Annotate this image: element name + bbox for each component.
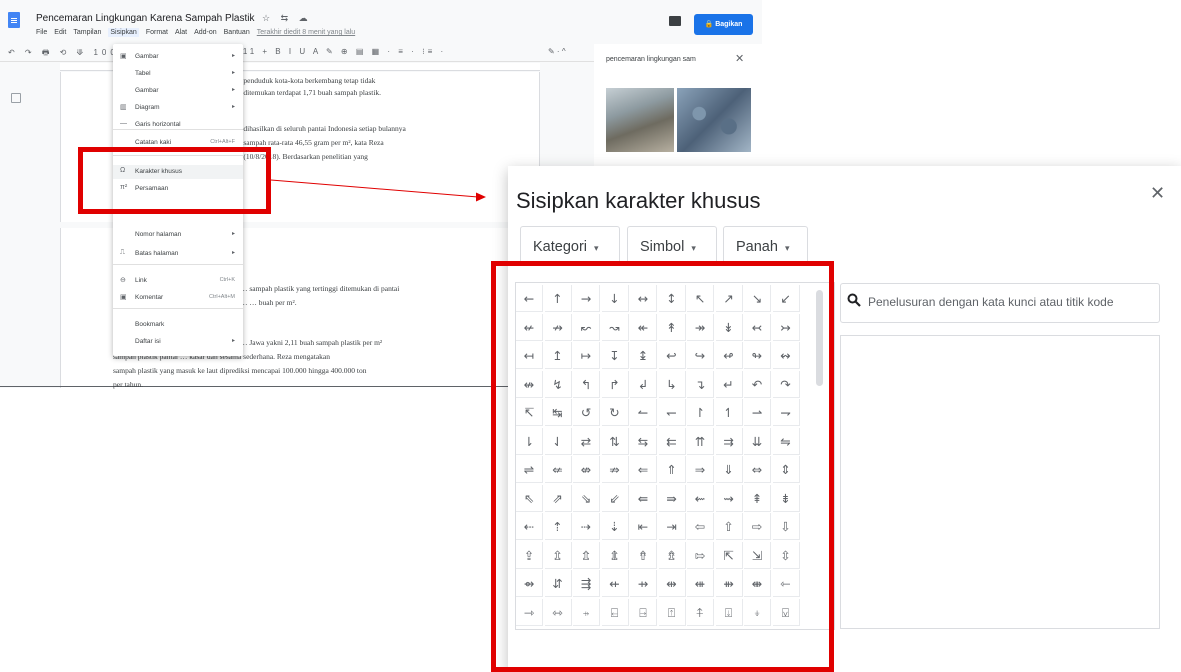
menubar-item: Terakhir diedit 8 menit yang lalu	[256, 29, 356, 36]
menu-item-label: Catatan kaki	[135, 139, 172, 146]
menu-divider	[113, 264, 243, 265]
submenu-arrow-icon: ▸	[231, 231, 235, 237]
outline-icon[interactable]	[11, 93, 21, 103]
document-text-line[interactable]: … … buah per m².	[240, 298, 297, 307]
submenu-arrow-icon: ▸	[231, 104, 235, 110]
screenshot-root: Pencemaran Lingkungan Karena Sampah Plas…	[0, 0, 1181, 672]
editing-mode-icon[interactable]: ✎ · ^	[548, 47, 566, 56]
insert-menu-item[interactable]: ▥ Diagram ▸	[113, 101, 243, 115]
menu-item-shortcut: Ctrl+Alt+F	[210, 139, 235, 145]
insert-menu-item[interactable]: ▣ Komentar Ctrl+Alt+M	[113, 291, 243, 305]
document-text-line[interactable]: sampah plastik yang masuk ke laut dipred…	[113, 366, 367, 375]
divider	[0, 386, 540, 387]
insert-menu-item[interactable]: Daftar isi ▸	[113, 335, 243, 349]
menu-item-icon: ▣	[120, 53, 127, 60]
menu-item-icon: ▥	[120, 104, 127, 111]
menubar-item[interactable]: File	[36, 29, 47, 36]
submenu-arrow-icon: ▸	[231, 53, 235, 59]
search-result-image[interactable]	[606, 88, 674, 152]
symbol-search-input[interactable]	[868, 291, 1154, 313]
document-title[interactable]: Pencemaran Lingkungan Karena Sampah Plas…	[36, 13, 254, 24]
menu-item-label: Batas halaman	[135, 250, 179, 257]
menubar-item[interactable]: Tampilan	[73, 29, 101, 36]
comment-history-icon[interactable]	[669, 16, 681, 26]
menu-item-icon: ▣	[120, 294, 127, 301]
insert-menu-item[interactable]: ⎍ Batas halaman ▸	[113, 247, 243, 261]
document-text-line[interactable]: … ditemukan terdapat 1,71 buah sampah pl…	[234, 88, 381, 97]
symbol-preview-area	[840, 335, 1160, 629]
dropdown-label: Simbol	[640, 239, 685, 255]
document-text-line[interactable]: … sampah rata-rata 46,55 gram per m², ka…	[234, 138, 384, 147]
menubar-item[interactable]: Add-on	[194, 29, 217, 36]
menu-item-icon: ⊖	[120, 277, 126, 284]
submenu-arrow-icon: ▸	[231, 70, 235, 76]
menu-item-label: Nomor halaman	[135, 231, 182, 238]
submenu-arrow-icon: ▸	[231, 338, 235, 344]
dropdown-label: Panah	[736, 239, 778, 255]
docs-logo-icon[interactable]	[8, 12, 20, 28]
menubar-item[interactable]: Sisipkan	[108, 28, 139, 37]
chevron-down-icon: ▾	[691, 243, 696, 253]
menu-item-shortcut: Ctrl+K	[219, 277, 235, 283]
close-icon[interactable]: ✕	[735, 52, 744, 65]
menu-item-shortcut: Ctrl+Alt+M	[209, 294, 235, 300]
document-text-line[interactable]: … Jawa yakni 2,11 buah sampah plastik pe…	[240, 338, 382, 347]
menu-item-label: Gambar	[135, 53, 159, 60]
menu-item-label: Diagram	[135, 104, 160, 111]
menu-divider	[113, 129, 243, 130]
menubar-item[interactable]: Edit	[54, 29, 66, 36]
highlight-symbol-grid-box	[491, 261, 834, 672]
menubar-item[interactable]: Format	[146, 29, 168, 36]
insert-menu-item[interactable]: Nomor halaman ▸	[113, 228, 243, 242]
symbol-dropdown[interactable]: Simbol ▾	[627, 226, 717, 266]
arrow-dropdown[interactable]: Panah ▾	[723, 226, 808, 266]
dialog-title: Sisipkan karakter khusus	[516, 188, 761, 213]
toolbar-format-group[interactable]: - 11 + B I U A ✎ ⊕ ▤ ▦ · ≡ · ⁝≡ ·	[232, 47, 446, 56]
submenu-arrow-icon: ▸	[231, 87, 235, 93]
explore-search-query[interactable]: pencemaran lingkungan sam	[606, 56, 696, 63]
insert-menu-item[interactable]: Gambar ▸	[113, 84, 243, 98]
menu-divider	[113, 308, 243, 309]
menu-item-icon: —	[120, 120, 127, 127]
title-actions-icons[interactable]: ☆ ⇆ ☁	[262, 13, 312, 24]
document-text-line[interactable]: per tahun.	[113, 380, 143, 389]
dropdown-label: Kategori	[533, 239, 588, 255]
menubar-item[interactable]: Alat	[175, 29, 187, 36]
menu-item-label: Bookmark	[135, 321, 165, 328]
document-text-line[interactable]: … penduduk kota-kota berkembang tetap ti…	[234, 76, 375, 85]
chevron-down-icon: ▾	[594, 243, 599, 253]
search-icon	[847, 293, 861, 307]
insert-menu-item[interactable]: ⊖ Link Ctrl+K	[113, 274, 243, 288]
toolbar-undo-group[interactable]: ↶ ↷ 🖶 ⟲ ⟱ 100%	[8, 47, 130, 61]
menu-item-label: Tabel	[135, 70, 151, 77]
close-icon[interactable]: ✕	[1150, 183, 1165, 204]
menu-item-label: Komentar	[135, 294, 164, 301]
menu-item-label: Garis horizontal	[135, 121, 181, 128]
search-result-image[interactable]	[677, 88, 751, 152]
menubar-item[interactable]: Bantuan	[224, 29, 250, 36]
menubar: File Edit Tampilan Sisipkan Format Alat Add-on…	[36, 28, 362, 37]
menu-item-icon: ⎍	[120, 249, 125, 256]
document-text-line[interactable]: … sampah plastik yang tertinggi ditemuka…	[240, 284, 399, 293]
submenu-arrow-icon: ▸	[231, 250, 235, 256]
menu-item-label: Daftar isi	[135, 338, 161, 345]
menu-item-label: Link	[135, 277, 147, 284]
insert-menu-item[interactable]: ▣ Gambar ▸	[113, 50, 243, 64]
chevron-down-icon: ▾	[784, 243, 790, 253]
category-dropdown[interactable]: Kategori ▾	[520, 226, 620, 266]
highlight-callout-box	[78, 147, 271, 214]
share-button[interactable]: 🔒 Bagikan	[694, 14, 753, 35]
insert-menu-item[interactable]: Bookmark	[113, 318, 243, 332]
insert-menu-item[interactable]: Tabel ▸	[113, 67, 243, 81]
document-text-line[interactable]: … dihasilkan di seluruh pantai Indonesia…	[234, 124, 406, 133]
menu-item-label: Gambar	[135, 87, 159, 94]
